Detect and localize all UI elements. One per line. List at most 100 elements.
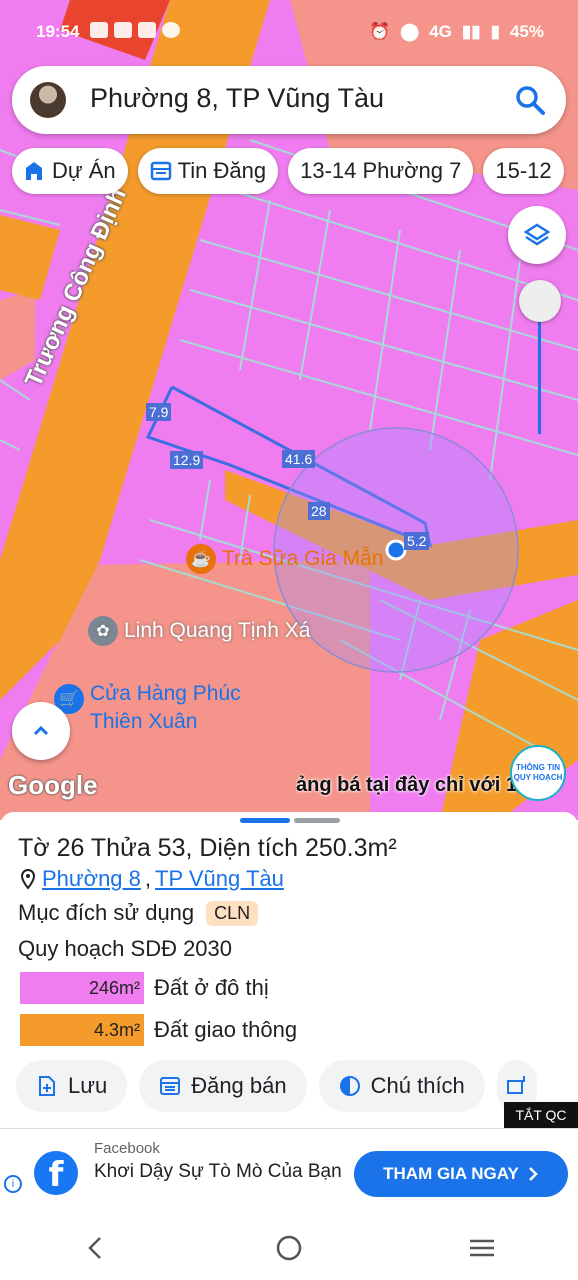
parcel-info-panel: Tờ 26 Thửa 53, Diện tích 250.3m² Phường … <box>0 812 578 1130</box>
expand-up-button[interactable] <box>12 702 70 760</box>
measurement-label: 28 <box>308 502 330 520</box>
add-photo-icon <box>506 1076 525 1094</box>
measurement-label: 7.9 <box>146 403 172 421</box>
parcel-title: Tờ 26 Thửa 53, Diện tích 250.3m² <box>18 834 397 862</box>
zone-row: 246m² Đất ở đô thị <box>20 972 269 1004</box>
back-icon <box>88 1237 102 1259</box>
ad-banner[interactable]: i f Facebook Khơi Dậy Sự Tò Mò Của Bạn T… <box>0 1128 578 1216</box>
post-icon <box>160 1077 181 1095</box>
zone-label: Đất giao thông <box>154 1017 298 1042</box>
poi-linh-quang-tinh-xa[interactable]: ✿ Linh Quang Tịnh Xá <box>88 616 310 646</box>
panel-handle[interactable] <box>294 818 340 823</box>
filter-chips: Dự Án Tin Đăng 13-14 Phường 7 15-12 <box>12 148 564 194</box>
facebook-logo-icon: f <box>34 1151 78 1195</box>
save-button[interactable]: Lưu <box>16 1060 128 1112</box>
map-view[interactable]: Trương Công Định 7.9 12.9 41.6 28 5.2 ☕ … <box>0 0 578 820</box>
search-icon[interactable] <box>512 82 548 118</box>
zone-bar: 4.3m² <box>20 1014 144 1046</box>
chevron-right-icon <box>528 1167 538 1181</box>
temple-icon: ✿ <box>88 616 118 646</box>
search-bar[interactable]: Phường 8, TP Vũng Tàu <box>12 66 566 134</box>
cafe-icon: ☕ <box>186 544 216 574</box>
signal-icon: ▮▮ <box>461 22 481 41</box>
chip-13-14-phuong-7[interactable]: 13-14 Phường 7 <box>288 148 474 194</box>
panel-handle-active[interactable] <box>240 818 290 823</box>
home-icon <box>276 1235 302 1261</box>
network-label: 4G <box>429 22 452 41</box>
location-dot <box>385 539 407 561</box>
clock: 19:54 <box>36 22 80 41</box>
chip-label: 15-12 <box>495 158 552 183</box>
chip-label: Dự Án <box>52 158 116 183</box>
land-use-code-badge: CLN <box>206 900 259 926</box>
ad-cta-label: THAM GIA NGAY <box>383 1164 519 1183</box>
chip-tin-dang[interactable]: Tin Đăng <box>137 148 279 194</box>
save-icon <box>39 1076 55 1096</box>
chip-label: 13-14 Phường 7 <box>300 158 462 183</box>
zone-row: 4.3m² Đất giao thông <box>20 1014 297 1046</box>
measurement-label: 41.6 <box>282 450 316 468</box>
poi-label: Linh Quang Tịnh Xá <box>124 619 311 642</box>
ward-link[interactable]: Phường 8 <box>42 866 141 892</box>
location-pin-icon <box>20 868 36 890</box>
layers-icon <box>523 223 551 246</box>
measurement-label: 12.9 <box>170 451 204 469</box>
menu-icon <box>469 1239 494 1257</box>
google-logo: Google <box>8 770 98 800</box>
badge-line: THÔNG TIN <box>516 763 560 772</box>
separator: , <box>144 866 152 891</box>
land-use-label: Mục đích sử dụng <box>18 900 195 925</box>
recents-button[interactable] <box>452 1228 512 1268</box>
listing-icon <box>150 161 171 181</box>
legend-button[interactable]: Chú thích <box>318 1060 485 1112</box>
screen: Trương Công Định 7.9 12.9 41.6 28 5.2 ☕ … <box>0 0 578 1280</box>
poi-cua-hang-phuc-thien-xuan[interactable]: 🛒 Cửa Hàng Phúc Thiên Xuân <box>54 680 270 736</box>
notification-icon <box>162 22 180 38</box>
poi-label: Trà Sữa Gia Mẫn <box>222 547 384 570</box>
search-query[interactable]: Phường 8, TP Vũng Tàu <box>90 83 384 114</box>
avatar[interactable] <box>30 82 66 118</box>
map-ad-banner[interactable]: ảng bá tại đây chỉ với 19k <box>296 774 516 797</box>
home-button[interactable] <box>259 1228 319 1268</box>
legend-icon <box>339 1076 360 1096</box>
badge-line: QUY HOẠCH <box>513 773 563 782</box>
layers-button[interactable] <box>508 206 566 264</box>
close-ad-button[interactable]: TẮT QC <box>504 1102 578 1128</box>
poi-label: Cửa Hàng Phúc Thiên Xuân <box>90 682 241 733</box>
alarm-icon: ⏰ <box>369 22 391 41</box>
notification-icon <box>138 22 156 38</box>
building-icon <box>26 162 42 180</box>
notification-icons <box>90 22 180 38</box>
system-nav-bar <box>0 1216 578 1280</box>
land-use-row: Mục đích sử dụng CLN <box>18 900 259 926</box>
parcel-address: Phường 8, TP Vũng Tàu <box>18 866 284 892</box>
ad-cta-button[interactable]: THAM GIA NGAY <box>354 1151 568 1197</box>
plan-title: Quy hoạch SDĐ 2030 <box>18 936 233 961</box>
system-icons: ⏰ ⬤ 4G ▮▮ ▮ 45% <box>369 22 544 42</box>
chevron-up-icon <box>33 725 49 736</box>
measurement-label: 5.2 <box>404 532 430 550</box>
back-button[interactable] <box>66 1228 126 1268</box>
chip-label: Tin Đăng <box>177 158 267 183</box>
notification-icon <box>114 22 132 38</box>
ad-headline: Khơi Dậy Sự Tò Mò Của Bạn <box>94 1161 342 1182</box>
action-buttons: Lưu Đăng bán Chú thích <box>16 1060 537 1112</box>
thong-tin-quy-hoach-badge[interactable]: THÔNG TIN QUY HOẠCH <box>510 745 566 801</box>
legend-label: Chú thích <box>370 1073 465 1098</box>
status-bar: 19:54 ⏰ ⬤ 4G ▮▮ ▮ 45% <box>0 0 578 62</box>
post-for-sale-button[interactable]: Đăng bán <box>139 1060 307 1112</box>
chip-du-an[interactable]: Dự Án <box>12 148 128 194</box>
save-label: Lưu <box>68 1073 108 1098</box>
notification-icon <box>90 22 108 38</box>
poi-tra-sua-gia-man[interactable]: ☕ Trà Sữa Gia Mẫn <box>186 544 384 574</box>
location-icon: ⬤ <box>400 22 420 41</box>
info-icon[interactable]: i <box>4 1175 22 1193</box>
zone-bar: 246m² <box>20 972 144 1004</box>
chip-15-12[interactable]: 15-12 <box>483 148 564 194</box>
opacity-slider-knob[interactable] <box>519 280 561 322</box>
city-link[interactable]: TP Vũng Tàu <box>155 866 284 892</box>
battery-level: 45% <box>509 22 544 41</box>
battery-icon: ▮ <box>490 22 500 41</box>
post-label: Đăng bán <box>191 1073 287 1098</box>
zone-label: Đất ở đô thị <box>154 975 269 1000</box>
